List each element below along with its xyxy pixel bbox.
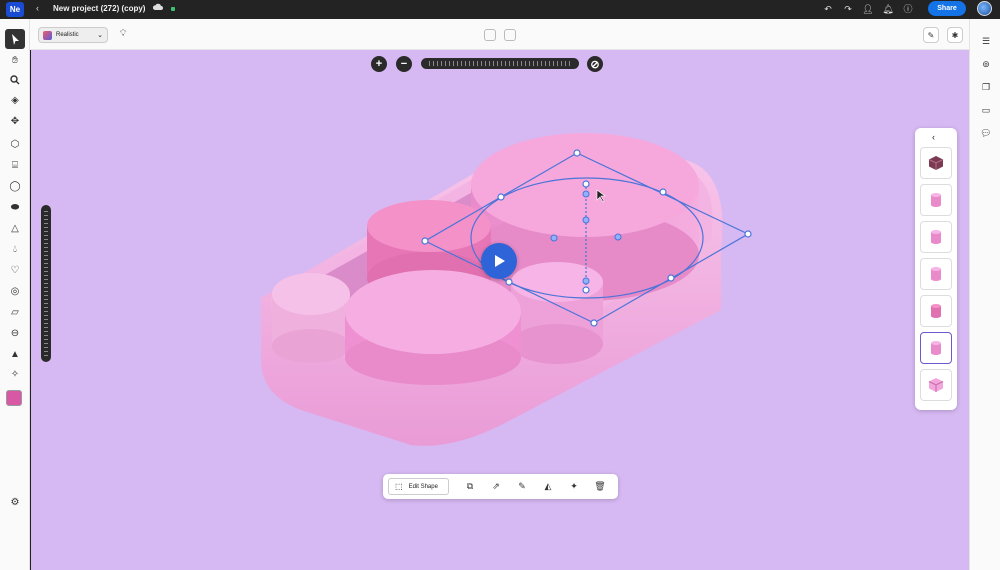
top-bar: Ne ‹ New project (272) (copy) ↶ ↷ 👤︎ 🔔︎ … [0,0,1000,19]
zoom-out-button[interactable]: − [396,56,412,72]
user-icon[interactable]: 👤︎ [862,3,874,15]
app-logo[interactable]: Ne [6,2,24,17]
shape-thumb-cube[interactable] [920,369,952,401]
materials-icon[interactable]: ⊚ [979,57,993,71]
star-tool-icon[interactable]: ✧ [5,364,25,384]
help-icon[interactable]: ⓘ [902,3,914,15]
hand-tool-icon[interactable]: ✋︎ [5,50,25,70]
right-rail: ☰ ⊚ ❐ ▭ 💬︎ [969,19,1000,570]
chevron-down-icon: ⌄ [97,32,103,39]
redo-icon[interactable]: ↷ [842,3,854,15]
drop-tool-icon[interactable]: 💧︎ [5,239,25,259]
camera-icon[interactable]: ▭ [979,103,993,117]
zoom-tool-icon[interactable] [5,70,25,90]
front-cylinder[interactable] [345,270,521,385]
heart-tool-icon[interactable]: ♡ [5,260,25,280]
select-tool-icon[interactable] [5,29,25,49]
fill-icon[interactable]: ◭ [541,479,555,493]
cylinder-tool-icon[interactable]: ⌸ [5,155,25,175]
ruler-ticks [429,61,571,66]
duplicate-icon[interactable]: ⧉ [463,479,477,493]
lighting-icon[interactable]: 💡︎ [120,28,126,39]
color-swatch[interactable] [6,390,22,406]
shape-thumb-cylinder-5[interactable] [920,332,952,364]
plane-tool-icon[interactable]: ▱ [5,302,25,322]
viewport-canvas[interactable]: + − ⊘ ‹ ⬚ Edit Shape ⧉ ⇗ ✎ ◭ ✦ 🗑︎ [31,50,969,570]
eyedropper-icon[interactable]: ✎ [515,479,529,493]
shape-thumb-cylinder-4[interactable] [920,295,952,327]
vertical-slider[interactable] [41,205,51,362]
cylinder-icon [931,193,941,207]
sphere-tool-icon[interactable]: ◯ [5,176,25,196]
undo-icon[interactable]: ↶ [822,3,834,15]
pyramid-tool-icon[interactable]: ▲ [5,344,25,364]
cylinder-icon [931,304,941,318]
move-tool-icon[interactable]: ✥ [5,111,25,131]
avatar[interactable] [977,1,992,16]
small-right-cylinder[interactable] [511,262,603,364]
camera-lock-icon[interactable] [504,29,516,41]
cube-dark-icon [928,156,944,170]
cube-tool-icon[interactable]: ⬡ [5,134,25,154]
render-mode-select[interactable]: Realistic ⌄ [38,27,108,43]
ring-tool-icon[interactable]: ⊖ [5,323,25,343]
delete-icon[interactable]: 🗑︎ [593,479,607,493]
vertical-slider-ticks [44,211,48,356]
comments-icon[interactable]: 💬︎ [979,126,993,140]
shape-thumb-cylinder-1[interactable] [920,184,952,216]
cone-tool-icon[interactable]: △ [5,218,25,238]
left-toolbar: ✋︎ ◈ ✥ ⬡ ⌸ ◯ ⬬ △ 💧︎ ♡ ◎ ▱ ⊖ ▲ ✧ ⚙ [0,19,30,570]
settings-gear-icon[interactable]: ⚙ [5,492,25,512]
edit-shape-label: Edit Shape [408,483,438,490]
export-icon[interactable]: ⇗ [489,479,503,493]
shape-thumb-cube-dark[interactable] [920,147,952,179]
magic-icon[interactable]: ✦ [567,479,581,493]
share-button[interactable]: Share [928,1,966,16]
shape-thumb-cylinder-2[interactable] [920,221,952,253]
cylinder-icon [931,341,941,355]
small-left-cylinder[interactable] [272,273,350,363]
play-icon [495,255,505,267]
cube-icon [928,378,944,392]
torus-tool-icon[interactable]: ◎ [5,281,25,301]
zoom-in-button[interactable]: + [371,56,387,72]
cylinder-icon [931,267,941,281]
orbit-tool-icon[interactable]: ◈ [5,90,25,110]
effects-icon[interactable]: ✱ [947,27,963,43]
play-button[interactable] [481,243,517,279]
back-chevron-icon[interactable]: ‹ [36,3,39,13]
cylinder-icon [931,230,941,244]
camera-view-icon[interactable] [484,29,496,41]
render-mode-label: Realistic [56,32,79,38]
project-title[interactable]: New project (272) (copy) [53,4,145,13]
chevron-left-icon[interactable]: ‹ [932,132,935,142]
shape-panel: ‹ [915,128,957,410]
timeline-ruler[interactable] [421,58,579,69]
adjustments-icon[interactable]: ☰ [979,34,993,48]
secondary-toolbar: Realistic ⌄ 💡︎ ✎ ✱ [30,19,970,50]
view-toggle-icon[interactable]: ⊘ [587,56,603,72]
cloud-icon [153,3,163,10]
notifications-icon[interactable]: 🔔︎ [882,3,894,15]
edit-shape-icon: ⬚ [395,482,403,491]
edit-shape-button[interactable]: ⬚ Edit Shape [388,478,449,495]
shape-thumb-cylinder-3[interactable] [920,258,952,290]
pen-icon[interactable]: ✎ [923,27,939,43]
object-action-bar: ⬚ Edit Shape ⧉ ⇗ ✎ ◭ ✦ 🗑︎ [383,474,618,499]
sync-status-icon [171,7,175,11]
layers-icon[interactable]: ❐ [979,80,993,94]
render-mode-icon [43,30,52,40]
capsule-tool-icon[interactable]: ⬬ [5,197,25,217]
